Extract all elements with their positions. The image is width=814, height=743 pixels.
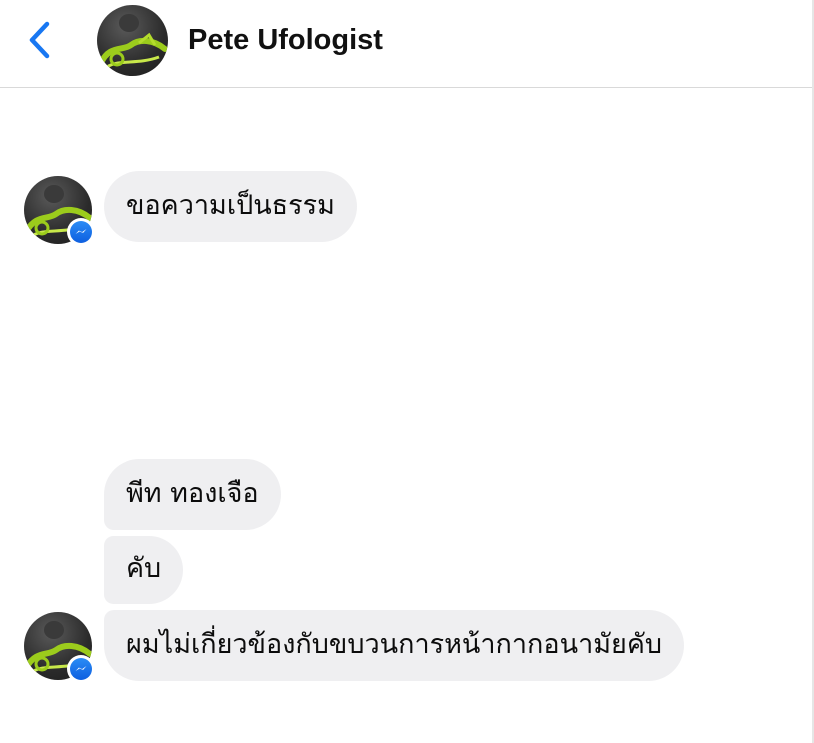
messenger-badge: [67, 655, 95, 683]
chat-screen: Pete Ufologist ขอความเป็นธรรม พีท ทองเจื…: [0, 0, 814, 743]
contact-avatar[interactable]: [97, 5, 168, 76]
contact-name[interactable]: Pete Ufologist: [188, 22, 383, 58]
chevron-left-icon: [29, 21, 50, 59]
message-bubble[interactable]: คับ: [104, 536, 184, 604]
messenger-badge: [67, 218, 95, 246]
message-bubble[interactable]: พีท ทองเจือ: [104, 459, 281, 530]
message-bubble[interactable]: ผมไม่เกี่ยวข้องกับขบวนการหน้ากากอนามัยคั…: [104, 610, 685, 681]
messenger-icon: [75, 666, 87, 671]
messenger-icon: [75, 229, 87, 234]
back-button[interactable]: [20, 16, 60, 64]
avatar-logo-image: [98, 14, 168, 69]
message-bubble[interactable]: ขอความเป็นธรรม: [104, 171, 357, 242]
conversation-header: Pete Ufologist: [0, 0, 812, 88]
